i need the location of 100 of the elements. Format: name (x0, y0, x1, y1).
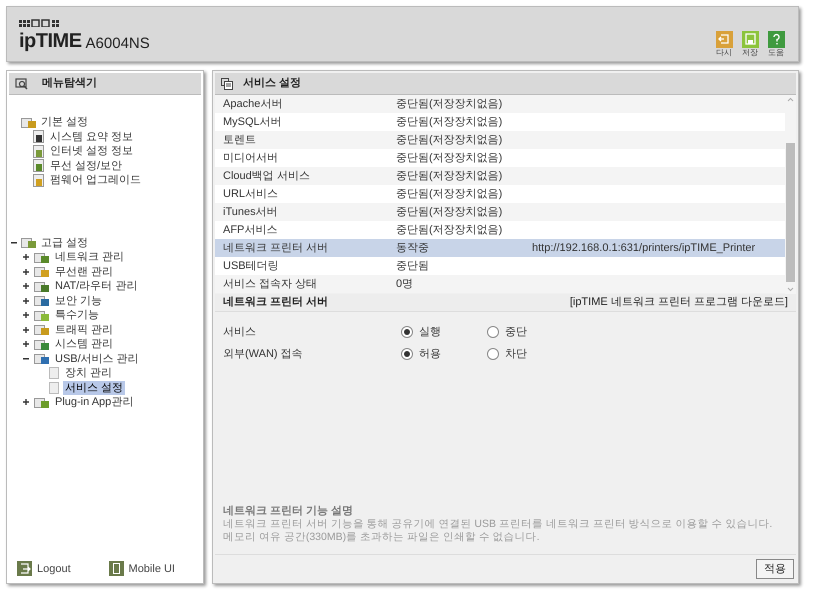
tree-item[interactable]: 고급 설정 (39, 236, 90, 250)
service-row[interactable]: 미디어서버 중단됨(저장장치없음) (215, 149, 785, 167)
tree-item[interactable]: 시스템 요약 정보 (48, 130, 136, 144)
expand-icon (23, 298, 29, 304)
folder-icon (34, 250, 50, 264)
save-icon (742, 31, 758, 48)
page-icon (49, 382, 59, 394)
scrollbar[interactable] (785, 95, 796, 294)
service-status: 중단됨(저장장치없음) (396, 132, 504, 148)
service-status: 중단됨(저장장치없음) (396, 204, 504, 220)
model-name: A6004NS (86, 36, 150, 51)
radio-label[interactable]: 실행 (419, 324, 441, 340)
tree-item[interactable]: 기본 설정 (39, 115, 90, 130)
radio-button[interactable] (487, 326, 499, 338)
expand-icon (23, 341, 29, 348)
folder-icon (34, 308, 50, 322)
service-name: 네트워크 프린터 서버 (222, 240, 330, 256)
tree-item[interactable]: 서비스 설정 (63, 380, 126, 395)
service-status: 중단됨(저장장치없음) (396, 96, 504, 112)
folder-icon (34, 396, 50, 409)
action-label[interactable]: 저장 (742, 49, 758, 57)
folder-icon (34, 338, 50, 351)
tree-item[interactable]: 시스템 관리 (53, 337, 116, 352)
tree-item[interactable]: NAT/라우터 관리 (53, 279, 140, 294)
service-row[interactable]: USB테더링 중단됨 (215, 257, 785, 275)
tree-item[interactable]: 보안 기능 (53, 294, 104, 308)
service-name: URL서비스 (222, 186, 280, 202)
service-row[interactable]: Apache서버 중단됨(저장장치없음) (215, 95, 785, 113)
folder-icon (21, 236, 37, 250)
description-text: 메모리 여유 공간(330MB)를 초과하는 파일은 인쇄할 수 없습니다. (223, 531, 541, 544)
footer-link[interactable]: Logout (37, 560, 71, 577)
download-link[interactable]: [ipTIME 네트워크 프린터 프로그램 다운로드] (570, 294, 788, 311)
tree-item[interactable]: 무선 설정/보안 (48, 158, 124, 173)
service-name: Cloud백업 서비스 (222, 168, 311, 184)
service-row[interactable]: Cloud백업 서비스 중단됨(저장장치없음) (215, 167, 785, 185)
service-name: MySQL서버 (222, 114, 283, 130)
sidebar-title: 메뉴탐색기 (42, 76, 97, 92)
action-label[interactable]: 도움 (768, 49, 784, 57)
tree-item[interactable]: 무선랜 관리 (53, 264, 116, 279)
setting-label: 서비스 (223, 324, 257, 340)
footer-link[interactable]: Mobile UI (128, 560, 175, 577)
page-icon (49, 367, 59, 380)
tree-item[interactable]: 인터넷 설정 정보 (48, 144, 136, 158)
search-icon (15, 78, 28, 90)
collapse-icon (23, 358, 29, 360)
tree-item[interactable]: 트래픽 관리 (53, 322, 116, 337)
service-row[interactable]: 서비스 접속자 상태 0명 (215, 275, 785, 293)
expand-icon (23, 326, 29, 333)
service-row[interactable]: MySQL서버 중단됨(저장장치없음) (215, 113, 785, 131)
logo-wordmark: ipTIME (19, 31, 82, 51)
service-name: USB테더링 (222, 258, 280, 274)
service-name: 미디어서버 (222, 150, 279, 166)
service-row[interactable]: 토렌트 중단됨(저장장치없음) (215, 131, 785, 149)
service-status: 중단됨(저장장치없음) (396, 150, 504, 166)
page-icon (33, 159, 45, 172)
service-row[interactable]: URL서비스 중단됨(저장장치없음) (215, 185, 785, 203)
tree-item[interactable]: 네트워크 관리 (53, 250, 126, 264)
exit-icon (17, 561, 32, 576)
apply-button[interactable]: 적용 (756, 559, 794, 579)
service-status: 동작중 (396, 240, 430, 256)
tree-item[interactable]: 특수기능 (53, 308, 101, 322)
windows-icon (221, 78, 233, 90)
radio-label[interactable]: 중단 (505, 324, 527, 340)
service-name: AFP서비스 (222, 222, 278, 238)
folder-icon (34, 265, 50, 278)
service-name: 토렌트 (222, 132, 257, 148)
radio-button[interactable] (401, 326, 413, 338)
service-status: 중단됨 (396, 258, 430, 274)
expand-icon (23, 268, 29, 275)
service-status: 중단됨(저장장치없음) (396, 114, 504, 130)
page-icon (33, 144, 45, 158)
folder-icon (34, 280, 50, 293)
expand-icon (23, 283, 29, 290)
service-url[interactable]: http://192.168.0.1:631/printers/ipTIME_Printer (532, 240, 756, 256)
expand-icon (23, 254, 29, 260)
tree-item[interactable]: Plug-in App관리 (53, 395, 136, 410)
help-icon (768, 31, 784, 48)
service-row[interactable]: AFP서비스 중단됨(저장장치없음) (215, 221, 785, 239)
service-row[interactable]: iTunes서버 중단됨(저장장치없음) (215, 203, 785, 221)
radio-label[interactable]: 차단 (505, 346, 527, 362)
service-status: 0명 (396, 276, 414, 292)
tree-item[interactable]: 펌웨어 업그레이드 (48, 173, 144, 188)
tree-item[interactable]: USB/서비스 관리 (53, 352, 141, 366)
radio-button[interactable] (487, 348, 499, 360)
service-name: iTunes서버 (222, 204, 279, 220)
phone-icon (108, 561, 124, 576)
action-label[interactable]: 다시 (716, 49, 732, 57)
section-title: 네트워크 프린터 서버 (223, 295, 328, 310)
radio-button[interactable] (401, 348, 413, 360)
page-icon (33, 130, 45, 144)
tree-item[interactable]: 장치 관리 (63, 366, 114, 380)
folder-icon (21, 116, 37, 129)
service-row[interactable]: 네트워크 프린터 서버 동작중 http://192.168.0.1:631/printers/ipTIME_Printer (215, 239, 785, 257)
collapse-icon (11, 242, 17, 244)
service-status: 중단됨(저장장치없음) (396, 186, 504, 202)
folder-icon (34, 323, 50, 336)
radio-label[interactable]: 허용 (419, 346, 441, 362)
description-text: 네트워크 프린터 서버 기능을 통해 공유기에 연결된 USB 프린터를 네트워크 프린터 방식으로 이용할 수 있습니다. (223, 518, 774, 531)
content-title: 서비스 설정 (243, 76, 302, 92)
setting-label: 외부(WAN) 접속 (223, 346, 304, 362)
